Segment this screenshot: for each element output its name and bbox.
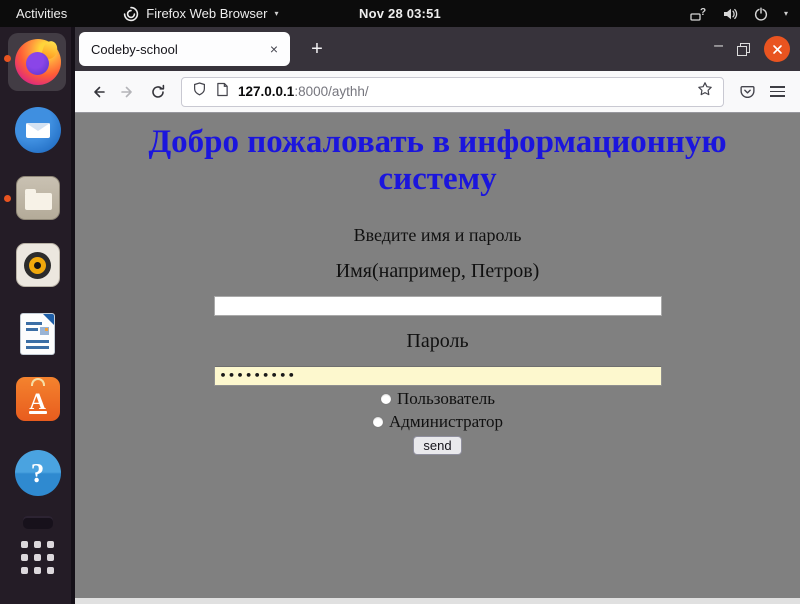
running-indicator [4, 195, 11, 202]
libreoffice-writer-icon [21, 314, 54, 354]
volume-icon [722, 6, 738, 22]
shield-icon[interactable] [192, 81, 207, 102]
reload-button[interactable] [143, 77, 173, 107]
back-button[interactable] [83, 77, 113, 107]
radio-option-admin[interactable]: Администратор [75, 413, 800, 432]
chevron-down-icon: ▾ [274, 9, 278, 18]
window-bottom-edge [75, 598, 800, 604]
dock-item-libreoffice-writer[interactable] [0, 314, 75, 354]
ubuntu-software-icon: A [16, 377, 60, 421]
name-input[interactable] [214, 296, 662, 316]
forward-button[interactable] [113, 77, 143, 107]
radio-option-user[interactable]: Пользователь [75, 390, 800, 409]
tab-title: Codeby-school [91, 42, 264, 57]
chevron-down-icon: ▾ [784, 9, 788, 18]
dock-item-files[interactable] [0, 176, 75, 220]
bookmark-star-icon[interactable] [697, 81, 713, 102]
minimize-button[interactable]: – [714, 41, 723, 57]
firefox-mono-icon [123, 6, 139, 22]
tab-codeby-school[interactable]: Codeby-school × [79, 32, 290, 66]
app-menu-button[interactable]: Firefox Web Browser ▾ [123, 0, 278, 27]
radio-label-user: Пользователь [397, 389, 495, 409]
web-page-content: Добро пожаловать в информационную систем… [75, 113, 800, 598]
dock-item-firefox[interactable] [0, 39, 75, 85]
password-label: Пароль [75, 330, 800, 353]
clock[interactable]: Nov 28 03:51 [359, 6, 441, 21]
svg-text:?: ? [700, 7, 706, 18]
menu-icon[interactable] [762, 77, 792, 107]
app-menu-label: Firefox Web Browser [146, 6, 267, 21]
navigation-toolbar: 127.0.0.1:8000/aythh/ [75, 71, 800, 113]
page-title: Добро пожаловать в информационную систем… [148, 124, 728, 198]
address-bar[interactable]: 127.0.0.1:8000/aythh/ [181, 77, 724, 107]
ubuntu-dock: A ? [0, 27, 75, 604]
activities-button[interactable]: Activities [0, 0, 83, 27]
running-indicator [4, 55, 11, 62]
rhythmbox-icon [16, 243, 60, 287]
network-status-icon: ? [690, 6, 707, 22]
close-button[interactable] [764, 36, 790, 62]
system-top-bar: Activities Firefox Web Browser ▾ Nov 28 … [0, 0, 800, 27]
name-label: Имя(например, Петров) [75, 260, 800, 283]
files-icon [16, 176, 60, 220]
system-tray[interactable]: ? ▾ [690, 0, 800, 27]
password-input[interactable] [214, 366, 662, 386]
dock-item-rhythmbox[interactable] [0, 243, 75, 287]
url-host: 127.0.0.1 [238, 84, 294, 99]
url-path: :8000/aythh/ [294, 84, 368, 99]
pocket-icon[interactable] [732, 77, 762, 107]
trash-icon [23, 516, 53, 529]
dock-item-help[interactable]: ? [0, 450, 75, 496]
help-icon: ? [15, 450, 61, 496]
send-button[interactable]: send [413, 436, 461, 455]
url-text[interactable]: 127.0.0.1:8000/aythh/ [238, 84, 688, 99]
dock-item-ubuntu-software[interactable]: A [0, 377, 75, 421]
dock-item-thunderbird[interactable] [0, 107, 75, 153]
radio-label-admin: Администратор [389, 412, 503, 432]
firefox-window: Codeby-school × + – [75, 27, 800, 604]
page-info-icon[interactable] [216, 82, 229, 102]
radio-button[interactable] [380, 393, 392, 405]
window-controls: – [714, 36, 800, 62]
tab-close-icon[interactable]: × [264, 39, 284, 59]
radio-button[interactable] [372, 416, 384, 428]
login-instruction: Введите имя и пароль [75, 225, 800, 246]
restore-button[interactable] [737, 43, 750, 56]
dock-item-app-grid[interactable] [0, 541, 75, 574]
dock-item-trash[interactable] [0, 516, 75, 529]
power-icon [753, 6, 769, 22]
new-tab-button[interactable]: + [302, 34, 332, 64]
tab-bar: Codeby-school × + – [75, 27, 800, 71]
app-grid-icon [21, 541, 54, 574]
thunderbird-icon [15, 107, 61, 153]
firefox-icon [15, 39, 61, 85]
